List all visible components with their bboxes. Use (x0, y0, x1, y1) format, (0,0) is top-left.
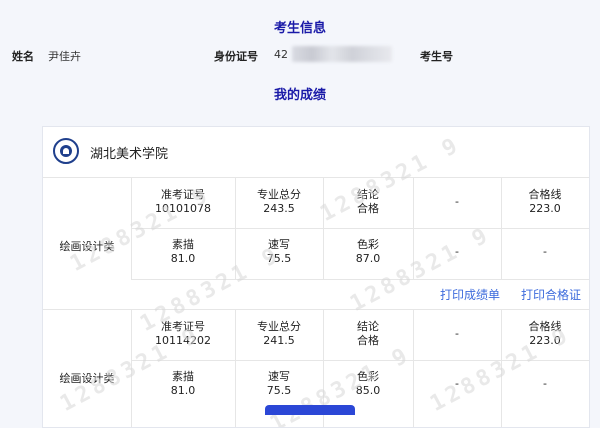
pass-line-value: 223.0 (529, 334, 561, 347)
color-label: 色彩 (357, 370, 379, 383)
empty-cell: - (543, 245, 547, 258)
id-number-label: 身份证号 (214, 50, 258, 63)
color-value: 87.0 (355, 252, 381, 265)
id-number-value: 42 (274, 48, 288, 61)
total-value: 241.5 (263, 334, 295, 347)
category: 绘画设计类 (59, 372, 115, 385)
name-label: 姓名 (12, 50, 34, 63)
pass-line-label: 合格线 (528, 320, 562, 333)
ticket-value: 10101078 (155, 202, 211, 215)
print-score-sheet-link[interactable]: 打印成绩单 (440, 286, 500, 303)
empty-cell: - (455, 377, 459, 390)
sketch-value: 81.0 (170, 384, 196, 397)
sketch-label: 素描 (172, 370, 194, 383)
ticket-label: 准考证号 (161, 320, 205, 333)
sketch-value: 81.0 (170, 252, 196, 265)
pass-line-value: 223.0 (529, 202, 561, 215)
empty-cell: - (543, 377, 547, 390)
total-value: 243.5 (263, 202, 295, 215)
score-record: 绘画设计类 准考证号 10101078 专业总分 243.5 结论 合格 - 合… (43, 178, 589, 310)
score-card: 湖北美术学院 绘画设计类 准考证号 10101078 专业总分 243.5 结论… (42, 126, 590, 428)
result-label: 结论 (357, 188, 379, 201)
result-label: 结论 (357, 320, 379, 333)
ticket-value: 10114202 (155, 334, 211, 347)
sketch-label: 素描 (172, 238, 194, 251)
category: 绘画设计类 (59, 240, 115, 253)
page-title-exam-info: 考生信息 (273, 21, 326, 36)
page-title-my-scores: 我的成绩 (273, 88, 326, 103)
total-label: 专业总分 (257, 188, 301, 201)
result-value: 合格 (357, 202, 379, 215)
empty-cell: - (455, 327, 459, 340)
bottom-action-button[interactable] (265, 405, 355, 415)
name-value: 尹佳卉 (48, 50, 81, 63)
exam-number-label: 考生号 (420, 50, 453, 63)
empty-cell: - (455, 245, 459, 258)
total-label: 专业总分 (257, 320, 301, 333)
quick-sketch-value: 75.5 (266, 384, 292, 397)
quick-sketch-value: 75.5 (266, 252, 292, 265)
result-value: 合格 (357, 334, 379, 347)
school-header: 湖北美术学院 (43, 127, 589, 178)
school-logo-icon (53, 138, 79, 164)
quick-sketch-label: 速写 (268, 238, 290, 251)
id-number-redacted (292, 46, 392, 62)
color-value: 85.0 (355, 384, 381, 397)
school-name: 湖北美术学院 (90, 147, 169, 162)
pass-line-label: 合格线 (528, 188, 562, 201)
color-label: 色彩 (357, 238, 379, 251)
quick-sketch-label: 速写 (268, 370, 290, 383)
empty-cell: - (455, 195, 459, 208)
ticket-label: 准考证号 (161, 188, 205, 201)
print-certificate-link[interactable]: 打印合格证 (521, 286, 581, 303)
